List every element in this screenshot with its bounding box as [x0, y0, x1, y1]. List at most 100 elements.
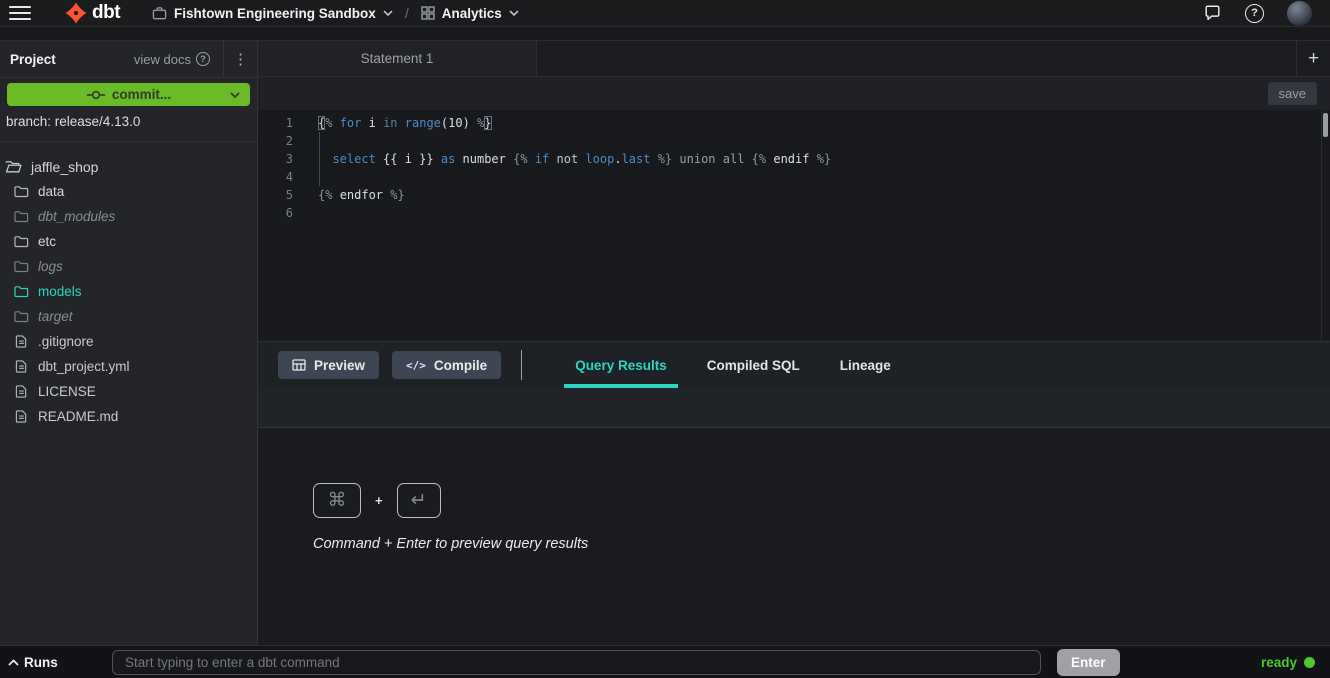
kebab-menu-icon[interactable]: ⋮: [224, 41, 257, 78]
file-icon: [14, 385, 29, 398]
tab-query-results[interactable]: Query Results: [564, 342, 678, 388]
preview-button[interactable]: Preview: [278, 351, 379, 379]
tree-folder-dbt-modules[interactable]: dbt_modules: [0, 204, 257, 229]
results-content: ⌘ + ↵ Command + Enter to preview query r…: [258, 428, 1330, 645]
file-icon: [14, 335, 29, 348]
code-icon: </>: [406, 359, 426, 372]
code-line[interactable]: {% endfor %}: [318, 186, 1318, 204]
tree-folder-target[interactable]: target: [0, 304, 257, 329]
breadcrumb-separator: /: [405, 5, 409, 21]
shortcut-hint: ⌘ + ↵ Command + Enter to preview query r…: [313, 483, 588, 552]
tree-folder-logs[interactable]: logs: [0, 254, 257, 279]
chevron-down-icon: [509, 10, 519, 16]
question-circle-icon: ?: [196, 52, 210, 66]
brand-text: dbt: [92, 2, 120, 24]
help-icon[interactable]: ?: [1245, 4, 1264, 23]
sidebar-title: Project: [10, 52, 56, 67]
status-text: ready: [1261, 655, 1297, 670]
line-number: 2: [258, 132, 318, 150]
briefcase-icon: [152, 6, 167, 21]
tree-item-label: LICENSE: [38, 384, 96, 399]
tab-compiled-sql[interactable]: Compiled SQL: [696, 342, 811, 388]
results-toolbar: Preview </> Compile Query Results Compil…: [258, 341, 1330, 388]
tree-item-label: dbt_project.yml: [38, 359, 130, 374]
top-bar: dbt Fishtown Engineering Sandbox / Analy…: [0, 0, 1330, 27]
view-docs-label: view docs: [134, 52, 191, 67]
save-button[interactable]: save: [1268, 82, 1317, 105]
code-line[interactable]: [318, 132, 1318, 150]
compile-button-label: Compile: [434, 358, 487, 373]
folder-open-icon: [5, 160, 22, 173]
account-name: Fishtown Engineering Sandbox: [174, 6, 376, 21]
code-editor[interactable]: 123456 {% for i in range(10) %} select {…: [258, 110, 1330, 341]
git-commit-icon: [86, 90, 106, 100]
project-dropdown[interactable]: Analytics: [421, 6, 519, 21]
file-explorer-sidebar: Project view docs ? ⋮ commit... branch: …: [0, 40, 258, 645]
line-number: 6: [258, 204, 318, 222]
plus-sign: +: [375, 493, 383, 508]
line-number: 1: [258, 114, 318, 132]
status-dot: [1304, 657, 1315, 668]
shortcut-keys: ⌘ + ↵: [313, 483, 588, 518]
commit-button[interactable]: commit...: [7, 83, 250, 106]
tab-label: Query Results: [575, 358, 667, 373]
tab-statement-1[interactable]: Statement 1: [258, 41, 537, 76]
tab-label: Compiled SQL: [707, 358, 800, 373]
tree-item-label: .gitignore: [38, 334, 94, 349]
results-subheader: [258, 388, 1330, 428]
command-key-icon: ⌘: [313, 483, 361, 518]
code-line[interactable]: {% for i in range(10) %}: [318, 114, 1318, 132]
scrollbar-thumb[interactable]: [1323, 113, 1328, 137]
tree-file-readme[interactable]: README.md: [0, 404, 257, 429]
grid-icon: [421, 6, 435, 20]
tree-folder-jaffle-shop[interactable]: jaffle_shop: [0, 154, 257, 179]
view-docs-link[interactable]: view docs ?: [134, 52, 210, 67]
compile-button[interactable]: </> Compile: [392, 351, 501, 379]
hamburger-menu-icon[interactable]: [9, 6, 31, 20]
tab-label: Statement 1: [361, 51, 434, 66]
code-line[interactable]: [318, 204, 1318, 222]
runs-panel-toggle[interactable]: Runs: [8, 655, 58, 670]
folder-icon: [14, 260, 29, 273]
tree-folder-models[interactable]: models: [0, 279, 257, 304]
project-name: Analytics: [442, 6, 502, 21]
file-icon: [14, 410, 29, 423]
code-content[interactable]: {% for i in range(10) %} select {{ i }} …: [318, 114, 1318, 222]
code-line[interactable]: select {{ i }} as number {% if not loop.…: [318, 150, 1318, 168]
avatar[interactable]: [1287, 1, 1312, 26]
folder-icon: [14, 310, 29, 323]
enter-button[interactable]: Enter: [1057, 649, 1120, 676]
folder-icon: [14, 285, 29, 298]
tab-lineage[interactable]: Lineage: [829, 342, 902, 388]
tree-item-label: data: [38, 184, 64, 199]
tree-folder-data[interactable]: data: [0, 179, 257, 204]
tree-file-dbt-project-yml[interactable]: dbt_project.yml: [0, 354, 257, 379]
tree-item-label: dbt_modules: [38, 209, 115, 224]
tree-item-label: logs: [38, 259, 63, 274]
tree-item-label: jaffle_shop: [31, 159, 98, 175]
dbt-ide-app: dbt Fishtown Engineering Sandbox / Analy…: [0, 0, 1330, 678]
account-dropdown[interactable]: Fishtown Engineering Sandbox: [152, 6, 393, 21]
sidebar-header: Project view docs ? ⋮: [0, 41, 257, 78]
new-tab-button[interactable]: +: [1296, 41, 1330, 77]
tree-file-gitignore[interactable]: .gitignore: [0, 329, 257, 354]
runs-label: Runs: [24, 655, 58, 670]
editor-area: Statement 1 + save 123456 {% for i in ra…: [258, 27, 1330, 645]
file-tree: jaffle_shop data dbt_modules etc: [0, 154, 257, 429]
line-number: 3: [258, 150, 318, 168]
results-tabs: Query Results Compiled SQL Lineage: [564, 342, 920, 388]
toolbar-divider: [521, 350, 522, 380]
folder-icon: [14, 185, 29, 198]
editor-scrollbar[interactable]: [1321, 111, 1329, 340]
tree-folder-etc[interactable]: etc: [0, 229, 257, 254]
dbt-command-input[interactable]: [112, 650, 1041, 675]
tree-file-license[interactable]: LICENSE: [0, 379, 257, 404]
tree-item-label: target: [38, 309, 73, 324]
editor-tab-bar: Statement 1 +: [258, 40, 1330, 77]
topbar-actions: ?: [1203, 1, 1312, 26]
code-line[interactable]: [318, 168, 1318, 186]
line-number: 5: [258, 186, 318, 204]
dbt-logo: dbt: [65, 2, 120, 24]
chat-icon[interactable]: [1203, 4, 1222, 22]
branch-label: branch: release/4.13.0: [6, 114, 140, 129]
